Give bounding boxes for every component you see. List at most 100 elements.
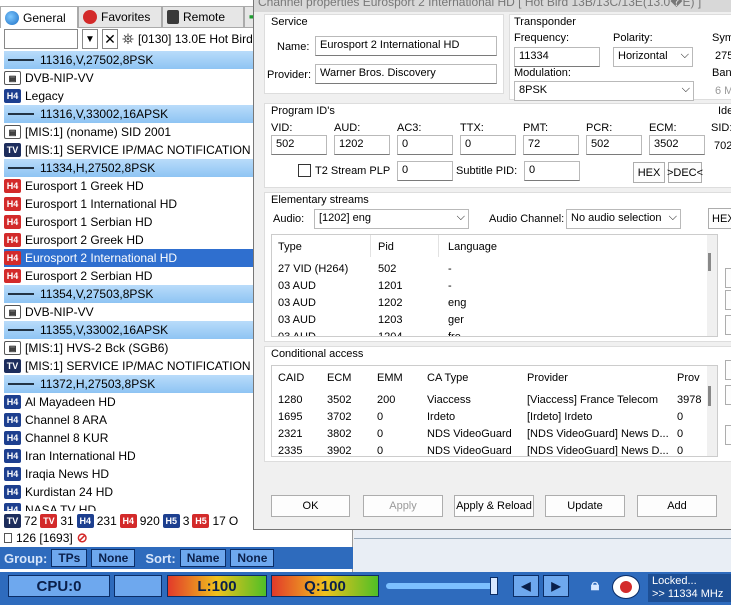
table-cell: - [448,280,452,292]
frequency-field[interactable]: 11334 [514,47,600,67]
pid-field[interactable]: 0 [460,135,516,155]
column-header[interactable]: CA Type [427,372,468,384]
pid-field[interactable]: 502 [271,135,327,155]
transponder-line-icon [8,59,34,61]
column-header[interactable]: Provider [527,372,568,384]
symbol-rate-field[interactable]: 275 [715,50,731,62]
hd-channel-icon: H4 [4,431,21,445]
column-header[interactable]: EMM [377,372,403,384]
hd-channel-icon: H4 [4,89,21,103]
signal-level-indicator: L:100 [167,575,267,597]
row-label: 11334,H,27502,8PSK [40,161,156,175]
side-button[interactable] [725,385,731,405]
add-button[interactable]: Add [637,495,717,517]
stat-tail: O [228,514,239,528]
service-name-field[interactable]: Eurosport 2 International HD [315,36,497,56]
row-label: Channel 8 KUR [25,431,109,445]
hd-channel-icon: H4 [4,449,21,463]
tab-general[interactable]: General [0,6,78,28]
scrollbar[interactable] [707,366,717,456]
apply-button[interactable]: Apply [363,495,443,517]
column-header[interactable]: Type [278,241,302,253]
t2-plp-field[interactable]: 0 [397,161,453,181]
hex-button[interactable]: HEX [633,162,665,183]
stat-count: 17 [212,514,226,528]
audio-select[interactable]: [1202] eng ⌵ [314,209,469,229]
tv-icon: TV [4,143,21,157]
audio-channel-select[interactable]: No audio selection ⌵ [566,209,681,229]
update-button[interactable]: Update [545,495,625,517]
side-button[interactable] [725,268,731,288]
next-icon[interactable]: ▶ [543,575,569,597]
sort-none-button[interactable]: None [230,549,275,567]
volume-handle[interactable] [490,577,498,595]
hidden-eye-icon[interactable]: ⊘ [77,530,88,546]
apply-reload-button[interactable]: Apply & Reload [454,495,534,517]
column-header[interactable]: Prov [677,372,700,384]
provider-field[interactable]: Warner Bros. Discovery [315,64,497,84]
elementary-streams-list[interactable]: Type Pid Language 27 VID (H264) 502-03 AUD 12… [271,234,718,337]
cpu-indicator: CPU:0 [8,575,110,597]
pid-field[interactable]: 72 [523,135,579,155]
table-cell: ger [448,314,464,326]
satellite-dish-icon: ⛯ [122,30,135,48]
sid-field[interactable]: 702 [714,140,731,152]
audio-hex-button[interactable]: HEX [708,208,731,229]
lock-icon[interactable]: 🔒︎ [582,575,608,597]
side-button[interactable] [725,290,731,310]
column-header[interactable]: Pid [378,241,394,253]
pid-field[interactable]: 0 [397,135,453,155]
service-group: Service Name: Eurosport 2 International … [264,14,504,94]
row-label: 11316,V,27502,8PSK [40,53,154,67]
column-header[interactable]: CAID [278,372,304,384]
table-cell: - [448,263,452,275]
group-tps-button[interactable]: TPs [51,549,88,567]
tab-favorites[interactable]: Favorites [78,6,162,28]
row-label: Channel 8 ARA [25,413,108,427]
dec-button[interactable]: >DEC< [667,162,703,183]
sort-name-button[interactable]: Name [179,549,227,567]
lock-status: Locked... >> 11334 MHz [648,574,731,602]
close-icon[interactable]: ✕ [102,29,118,49]
polarity-select[interactable]: Horizontal ⌵ [613,47,693,67]
pid-field[interactable]: 502 [586,135,642,155]
volume-slider[interactable] [386,577,504,595]
t2-stream-checkbox[interactable] [298,164,311,177]
hd-channel-icon: H4 [4,269,21,283]
row-label: Eurosport 2 Greek HD [25,233,144,247]
column-header[interactable]: ECM [327,372,351,384]
previous-icon[interactable]: ◀ [513,575,539,597]
row-label: NASA TV HD [25,503,97,511]
table-cell: 0 [677,411,684,423]
table-cell: 03 AUD [278,331,316,337]
row-label: [MIS:1] SERVICE IP/MAC NOTIFICATION [25,143,251,157]
row-label: Eurosport 1 Serbian HD [25,215,153,229]
conditional-access-list[interactable]: CAID ECM EMM CA Type Provider Prov 1280 3502 200… [271,365,718,457]
scrollbar[interactable] [707,235,717,336]
table-cell: 0 [677,445,684,457]
modulation-select[interactable]: 8PSK ⌵ [514,81,694,101]
pid-field[interactable]: 3502 [649,135,705,155]
group-none-button[interactable]: None [91,549,136,567]
record-icon[interactable] [612,575,640,599]
side-button[interactable] [725,425,731,445]
table-cell: 3502 [327,394,352,406]
transponder-line-icon [8,329,34,331]
chevron-down-icon[interactable]: ▼ [82,29,98,49]
hd-channel-icon: H4 [4,413,21,427]
side-button[interactable] [725,360,731,380]
side-button[interactable] [725,315,731,335]
column-header[interactable]: Language [448,241,497,253]
ok-button[interactable]: OK [271,495,350,517]
row-label: 11372,H,27503,8PSK [40,377,156,391]
row-label: [MIS:1] HVS-2 Bck (SGB6) [25,341,169,355]
row-label: Eurosport 1 Greek HD [25,179,144,193]
subtitle-pid-field[interactable]: 0 [524,161,580,181]
table-cell: 3802 [327,428,352,440]
tab-remote[interactable]: Remote [162,6,244,28]
row-label: 11355,V,33002,16APSK [40,323,169,337]
table-cell: 03 AUD [278,314,316,326]
filter-combo[interactable] [4,29,78,49]
stat-count: 31 [60,514,74,528]
pid-field[interactable]: 1202 [334,135,390,155]
